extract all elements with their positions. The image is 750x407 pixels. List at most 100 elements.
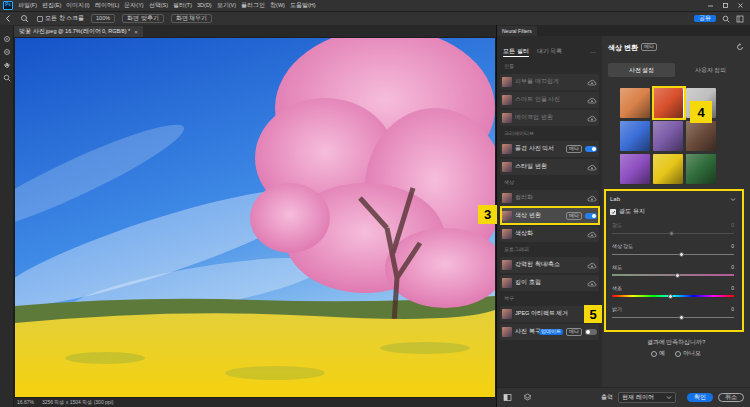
minimize-icon[interactable] [707,2,714,9]
cloud-download-icon[interactable] [587,262,597,269]
slider-row[interactable]: 밝기0 [604,303,742,324]
slider-row[interactable]: 색상 강도0 [604,240,742,261]
settings-tab[interactable]: 사전 설정 [608,63,675,77]
slider-track[interactable] [612,272,734,279]
menu-item[interactable]: 레이어(L) [95,3,120,9]
filter-item[interactable]: 풍경 사진 믹서베타 [500,141,599,157]
filter-row[interactable]: 색상 변환베타 [497,207,602,225]
cloud-download-icon[interactable] [587,115,597,122]
filter-toggle[interactable] [585,329,597,335]
filter-item[interactable]: 스타일 변환 [500,159,599,175]
hand-tool-icon[interactable] [3,61,11,69]
color-space-dropdown[interactable]: Lab [604,193,742,205]
list-tab[interactable]: 모든 필터 [503,49,529,58]
menu-item[interactable]: 플러그인 [241,3,265,9]
compare-icon[interactable] [503,393,512,402]
cancel-button[interactable]: 취소 [718,393,744,403]
slider-track[interactable] [612,314,734,321]
menu-item[interactable]: 파일(F) [18,3,37,9]
close-icon[interactable] [737,2,744,9]
filter-item[interactable]: 컬러화 [500,190,599,206]
slider-knob[interactable] [679,315,684,320]
preset-thumbnail[interactable] [686,121,716,151]
filter-row[interactable]: 피부를 매끄럽게 [497,73,602,91]
tab-close-button[interactable]: × [134,29,138,35]
checkbox-box[interactable] [610,209,616,215]
cloud-download-icon[interactable] [587,195,597,202]
menu-item[interactable]: 편집(E) [42,3,61,9]
cloud-download-icon[interactable] [587,231,597,238]
cloud-download-icon[interactable] [587,280,597,287]
share-button[interactable]: 공유 [694,15,716,23]
filter-toggle[interactable] [585,213,597,219]
scroll-all-checkbox[interactable]: 모든 창 스크롤 [37,14,84,22]
zoom-icon[interactable] [3,74,11,82]
preserve-luminance-checkbox[interactable]: 광도 유지 [604,205,742,219]
filter-row[interactable]: 강력한 확대/축소 [497,256,602,274]
canvas[interactable] [14,37,496,398]
slider-row[interactable]: 채도0 [604,261,742,282]
menu-item[interactable]: 이미지(I) [66,3,89,9]
radio-circle[interactable] [651,351,657,357]
option-button[interactable]: 화면 맞추기 [122,14,164,24]
filter-item[interactable]: 피부를 매끄럽게 [500,74,599,90]
filter-row[interactable]: 깊이 흐림 [497,274,602,292]
slider-track[interactable] [612,251,734,258]
filter-item[interactable]: 강력한 확대/축소 [500,257,599,273]
preset-thumbnail[interactable] [686,154,716,184]
panel-tab[interactable]: Neural Filters [497,26,537,36]
option-button[interactable]: 화면 채우기 [171,14,213,24]
menu-item[interactable]: 도움말(H) [290,3,316,9]
search-icon[interactable] [722,15,730,23]
document-tab[interactable]: 벚꽃 사진.jpeg @ 16.7%(레이어 0, RGB/8) *× [14,26,143,37]
filter-item[interactable]: 스마트 인물 사진 [500,92,599,108]
filter-row[interactable]: 스마트 인물 사진 [497,91,602,109]
brush-tool-icon[interactable] [3,35,11,43]
slider-track[interactable] [612,293,734,300]
filter-item[interactable]: 깊이 흐림 [500,275,599,291]
checkbox-box[interactable] [37,16,43,22]
back-icon[interactable] [4,14,12,23]
menu-item[interactable]: 창(W) [270,3,285,9]
zoom-tool-icon[interactable] [20,14,29,23]
menu-item[interactable]: 문자(Y) [124,3,143,9]
filter-toggle[interactable] [585,146,597,152]
preset-thumbnail[interactable] [653,154,683,184]
filter-row[interactable]: 사진 복구업데이트베타 [497,323,602,341]
app-logo[interactable]: Ps [3,1,13,10]
filter-item[interactable]: 메이크업 변환 [500,110,599,126]
filter-row[interactable]: 풍경 사진 믹서베타 [497,140,602,158]
slider-knob[interactable] [669,231,674,236]
filter-item[interactable]: 사진 복구업데이트베타 [500,324,599,340]
preset-thumbnail[interactable] [620,121,650,151]
slider-row[interactable]: 색조0 [604,282,742,303]
filter-row[interactable]: 컬러화 [497,189,602,207]
more-button[interactable]: ··· [590,49,596,57]
menu-item[interactable]: 3D(D) [197,3,212,9]
option-button[interactable]: 100% [91,14,115,24]
radio-circle[interactable] [675,351,681,357]
preset-thumbnail[interactable] [653,121,683,151]
slider-knob[interactable] [668,294,673,299]
menu-item[interactable]: 보기(V) [217,3,236,9]
preset-thumbnail[interactable] [620,88,650,118]
feedback-radio[interactable]: 아니오 [675,351,701,357]
menu-item[interactable]: 선택(S) [149,3,168,9]
output-dropdown[interactable]: 현재 레이어 [618,392,676,403]
maximize-icon[interactable] [722,2,729,9]
filter-row[interactable]: 스타일 변환 [497,158,602,176]
filter-row[interactable]: 메이크업 변환 [497,109,602,127]
zoom-level[interactable]: 16.67% [17,400,34,405]
list-tab[interactable]: 대기 목록 [537,49,563,58]
ok-button[interactable]: 확인 [687,393,713,403]
slider-knob[interactable] [675,273,680,278]
slider-track[interactable] [612,230,734,237]
workspace-icon[interactable] [736,15,744,23]
reset-icon[interactable] [736,43,744,51]
slider-knob[interactable] [679,252,684,257]
preset-thumbnail[interactable] [653,88,683,118]
settings-tab[interactable]: 사용자 정의 [677,63,744,77]
menu-item[interactable]: 필터(T) [173,3,192,9]
filter-row[interactable]: 색상화 [497,225,602,243]
cloud-download-icon[interactable] [587,79,597,86]
